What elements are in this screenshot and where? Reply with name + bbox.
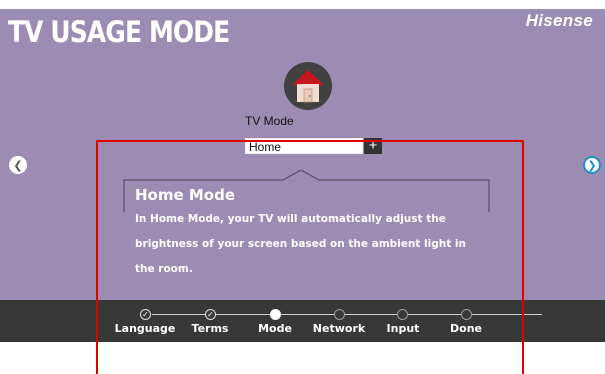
chevron-right-icon[interactable]: ❯: [583, 156, 601, 174]
page-title: TV USAGE MODE: [8, 15, 230, 49]
chevron-left-icon[interactable]: ❮: [9, 156, 27, 174]
highlight-box: [96, 140, 524, 374]
brand-logo: Hisense: [525, 11, 593, 30]
tv-mode-label: TV Mode: [245, 114, 294, 128]
house-icon: [284, 62, 332, 110]
